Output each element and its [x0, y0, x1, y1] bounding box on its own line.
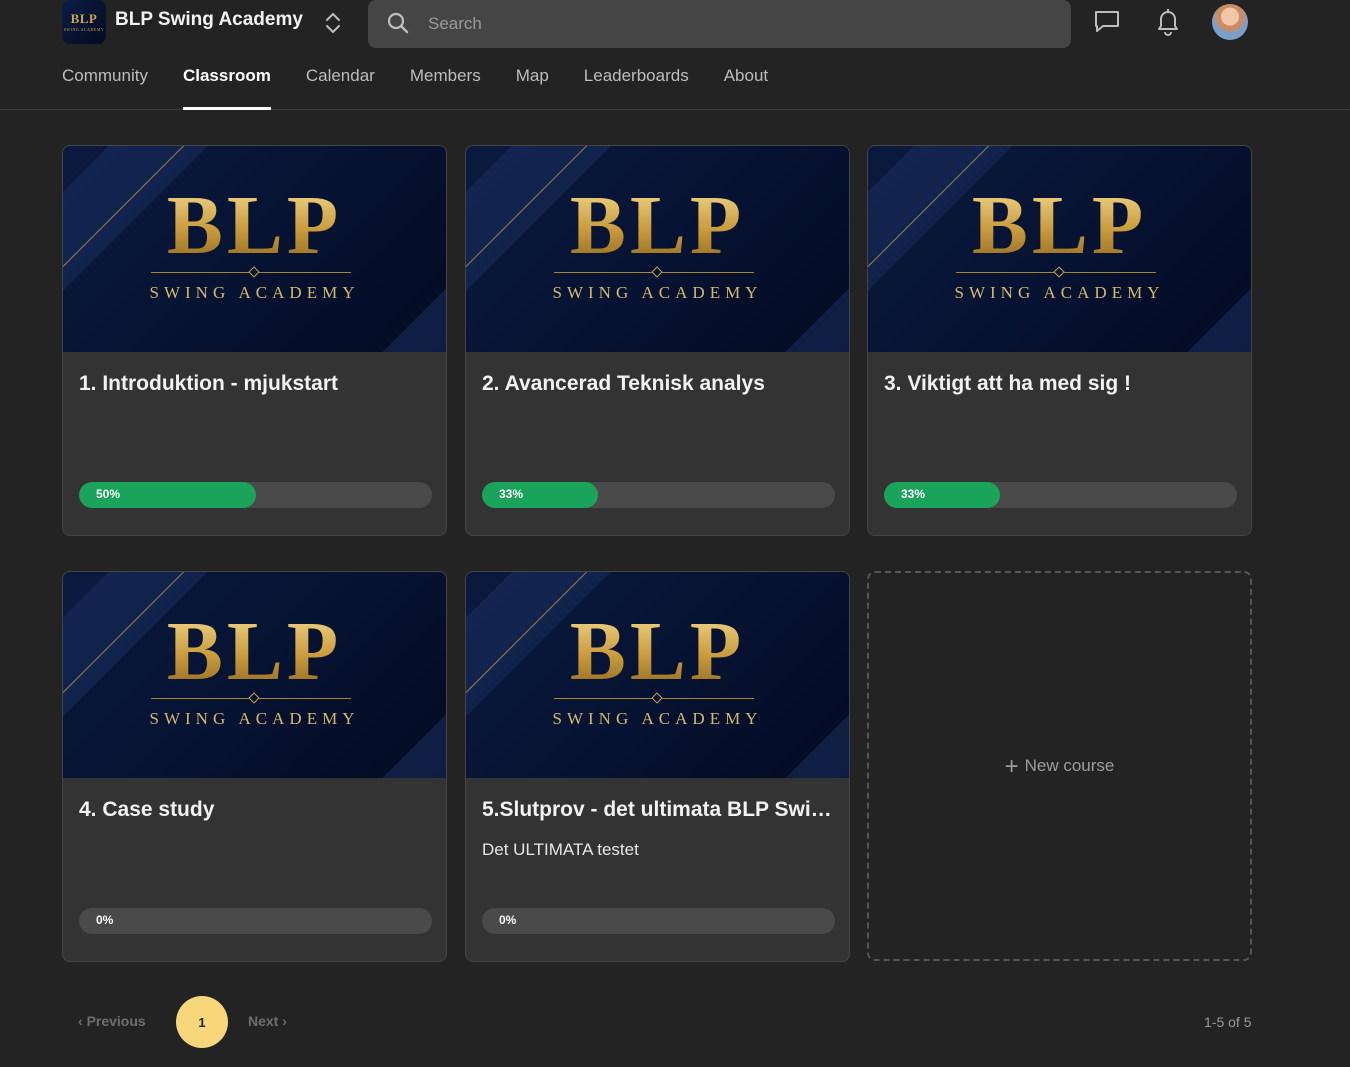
progress-label: 0%	[499, 913, 517, 927]
chevron-right-icon: ›	[282, 1013, 287, 1029]
thumbnail-tagline: SWING ACADEMY	[552, 709, 763, 728]
course-title: 4. Case study	[79, 798, 215, 821]
thumbnail-brand: BLP	[868, 184, 1251, 268]
progress-label: 33%	[901, 487, 926, 501]
course-thumbnail: BLP SWING ACADEMY	[63, 572, 446, 778]
thumbnail-tagline: SWING ACADEMY	[552, 283, 763, 302]
course-thumbnail: BLP SWING ACADEMY	[466, 146, 849, 352]
logo-text: BLP	[70, 11, 98, 26]
page-number-button[interactable]: 1	[176, 996, 228, 1048]
course-thumbnail: BLP SWING ACADEMY	[63, 146, 446, 352]
course-card[interactable]: BLP SWING ACADEMY 3. Viktigt att ha med …	[867, 145, 1252, 536]
next-button[interactable]: Next ›	[248, 1013, 287, 1029]
tab-community[interactable]: Community	[62, 66, 148, 110]
app-title[interactable]: BLP Swing Academy	[115, 9, 303, 31]
course-thumbnail: BLP SWING ACADEMY	[466, 572, 849, 778]
nav-tabs: Community Classroom Calendar Members Map…	[62, 66, 803, 110]
thumbnail-tagline: SWING ACADEMY	[149, 709, 360, 728]
course-card[interactable]: BLP SWING ACADEMY 2. Avancerad Teknisk a…	[465, 145, 850, 536]
tab-leaderboards[interactable]: Leaderboards	[584, 66, 689, 110]
progress-label: 50%	[96, 487, 121, 501]
search-bar[interactable]	[368, 0, 1071, 48]
tab-calendar[interactable]: Calendar	[306, 66, 375, 110]
course-title: 1. Introduktion - mjukstart	[79, 372, 339, 395]
tab-classroom[interactable]: Classroom	[182, 66, 271, 110]
thumbnail-brand: BLP	[466, 610, 849, 694]
course-progress-bar: 33%	[884, 482, 1237, 508]
thumbnail-brand: BLP	[466, 184, 849, 268]
avatar[interactable]	[1212, 4, 1248, 40]
top-header: BLP SWING ACADEMY BLP Swing Academy Comm…	[0, 0, 1350, 110]
pagination-range: 1-5 of 5	[1204, 1014, 1252, 1030]
bell-icon[interactable]	[1153, 6, 1183, 36]
search-icon	[386, 11, 410, 40]
course-card[interactable]: BLP SWING ACADEMY 4. Case study 0%	[62, 571, 447, 962]
thumbnail-tagline: SWING ACADEMY	[149, 283, 360, 302]
chevron-left-icon: ‹	[78, 1013, 83, 1029]
progress-label: 33%	[499, 487, 524, 501]
previous-button[interactable]: ‹ Previous	[78, 1013, 146, 1029]
new-course-button[interactable]: + New course	[867, 571, 1252, 961]
tab-members[interactable]: Members	[410, 66, 481, 110]
community-logo[interactable]: BLP SWING ACADEMY	[62, 0, 106, 44]
course-progress-bar: 0%	[79, 908, 432, 934]
progress-label: 0%	[96, 913, 114, 927]
search-input[interactable]	[428, 0, 1048, 48]
course-title: 2. Avancerad Teknisk analys	[482, 372, 765, 395]
tab-about[interactable]: About	[724, 66, 768, 110]
course-title: 5.Slutprov - det ultimata BLP Swing Acad…	[482, 798, 832, 821]
course-progress-bar: 33%	[482, 482, 835, 508]
thumbnail-tagline: SWING ACADEMY	[954, 283, 1165, 302]
course-thumbnail: BLP SWING ACADEMY	[868, 146, 1251, 352]
thumbnail-brand: BLP	[63, 184, 446, 268]
thumbnail-brand: BLP	[63, 610, 446, 694]
course-card[interactable]: BLP SWING ACADEMY 1. Introduktion - mjuk…	[62, 145, 447, 536]
course-title: 3. Viktigt att ha med sig !	[884, 372, 1131, 395]
plus-icon: +	[1004, 753, 1019, 780]
course-progress-bar: 50%	[79, 482, 432, 508]
logo-subtext: SWING ACADEMY	[63, 27, 105, 32]
course-progress-bar: 0%	[482, 908, 835, 934]
tab-map[interactable]: Map	[516, 66, 549, 110]
new-course-label: New course	[1024, 756, 1115, 775]
switcher-icon[interactable]	[322, 10, 344, 36]
chat-icon[interactable]	[1092, 6, 1122, 36]
course-description: Det ULTIMATA testet	[482, 840, 639, 859]
course-card[interactable]: BLP SWING ACADEMY 5.Slutprov - det ultim…	[465, 571, 850, 962]
